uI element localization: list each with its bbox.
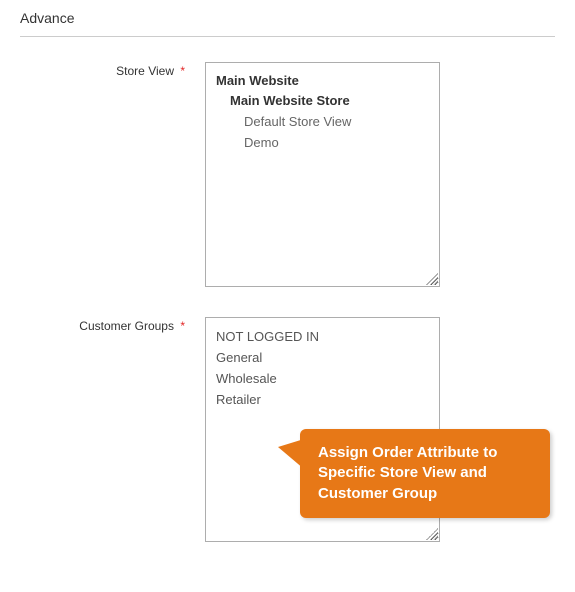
callout-box: Assign Order Attribute to Specific Store…: [300, 429, 550, 518]
group-option[interactable]: Retailer: [216, 389, 429, 410]
store-view-select[interactable]: Main Website Main Website Store Default …: [205, 62, 440, 287]
resize-handle-icon: [426, 273, 438, 285]
row-customer-groups: Customer Groups * NOT LOGGED IN General …: [20, 317, 555, 542]
required-mark: *: [180, 319, 185, 333]
group-option[interactable]: NOT LOGGED IN: [216, 326, 429, 347]
store-option-view[interactable]: Demo: [216, 132, 429, 153]
group-option[interactable]: Wholesale: [216, 368, 429, 389]
resize-handle-icon: [426, 528, 438, 540]
store-option-view[interactable]: Default Store View: [216, 111, 429, 132]
label-customer-groups: Customer Groups *: [20, 317, 205, 542]
callout-tail-icon: [278, 439, 304, 469]
label-store-view-text: Store View: [116, 64, 174, 78]
required-mark: *: [180, 64, 185, 78]
group-option[interactable]: General: [216, 347, 429, 368]
callout-text: Assign Order Attribute to Specific Store…: [318, 444, 497, 502]
store-option-store[interactable]: Main Website Store: [216, 90, 429, 111]
label-customer-groups-text: Customer Groups: [79, 319, 174, 333]
section-title: Advance: [20, 10, 555, 37]
row-store-view: Store View * Main Website Main Website S…: [20, 62, 555, 287]
label-store-view: Store View *: [20, 62, 205, 287]
store-option-website[interactable]: Main Website: [216, 71, 429, 90]
annotation-callout: Assign Order Attribute to Specific Store…: [300, 429, 550, 518]
